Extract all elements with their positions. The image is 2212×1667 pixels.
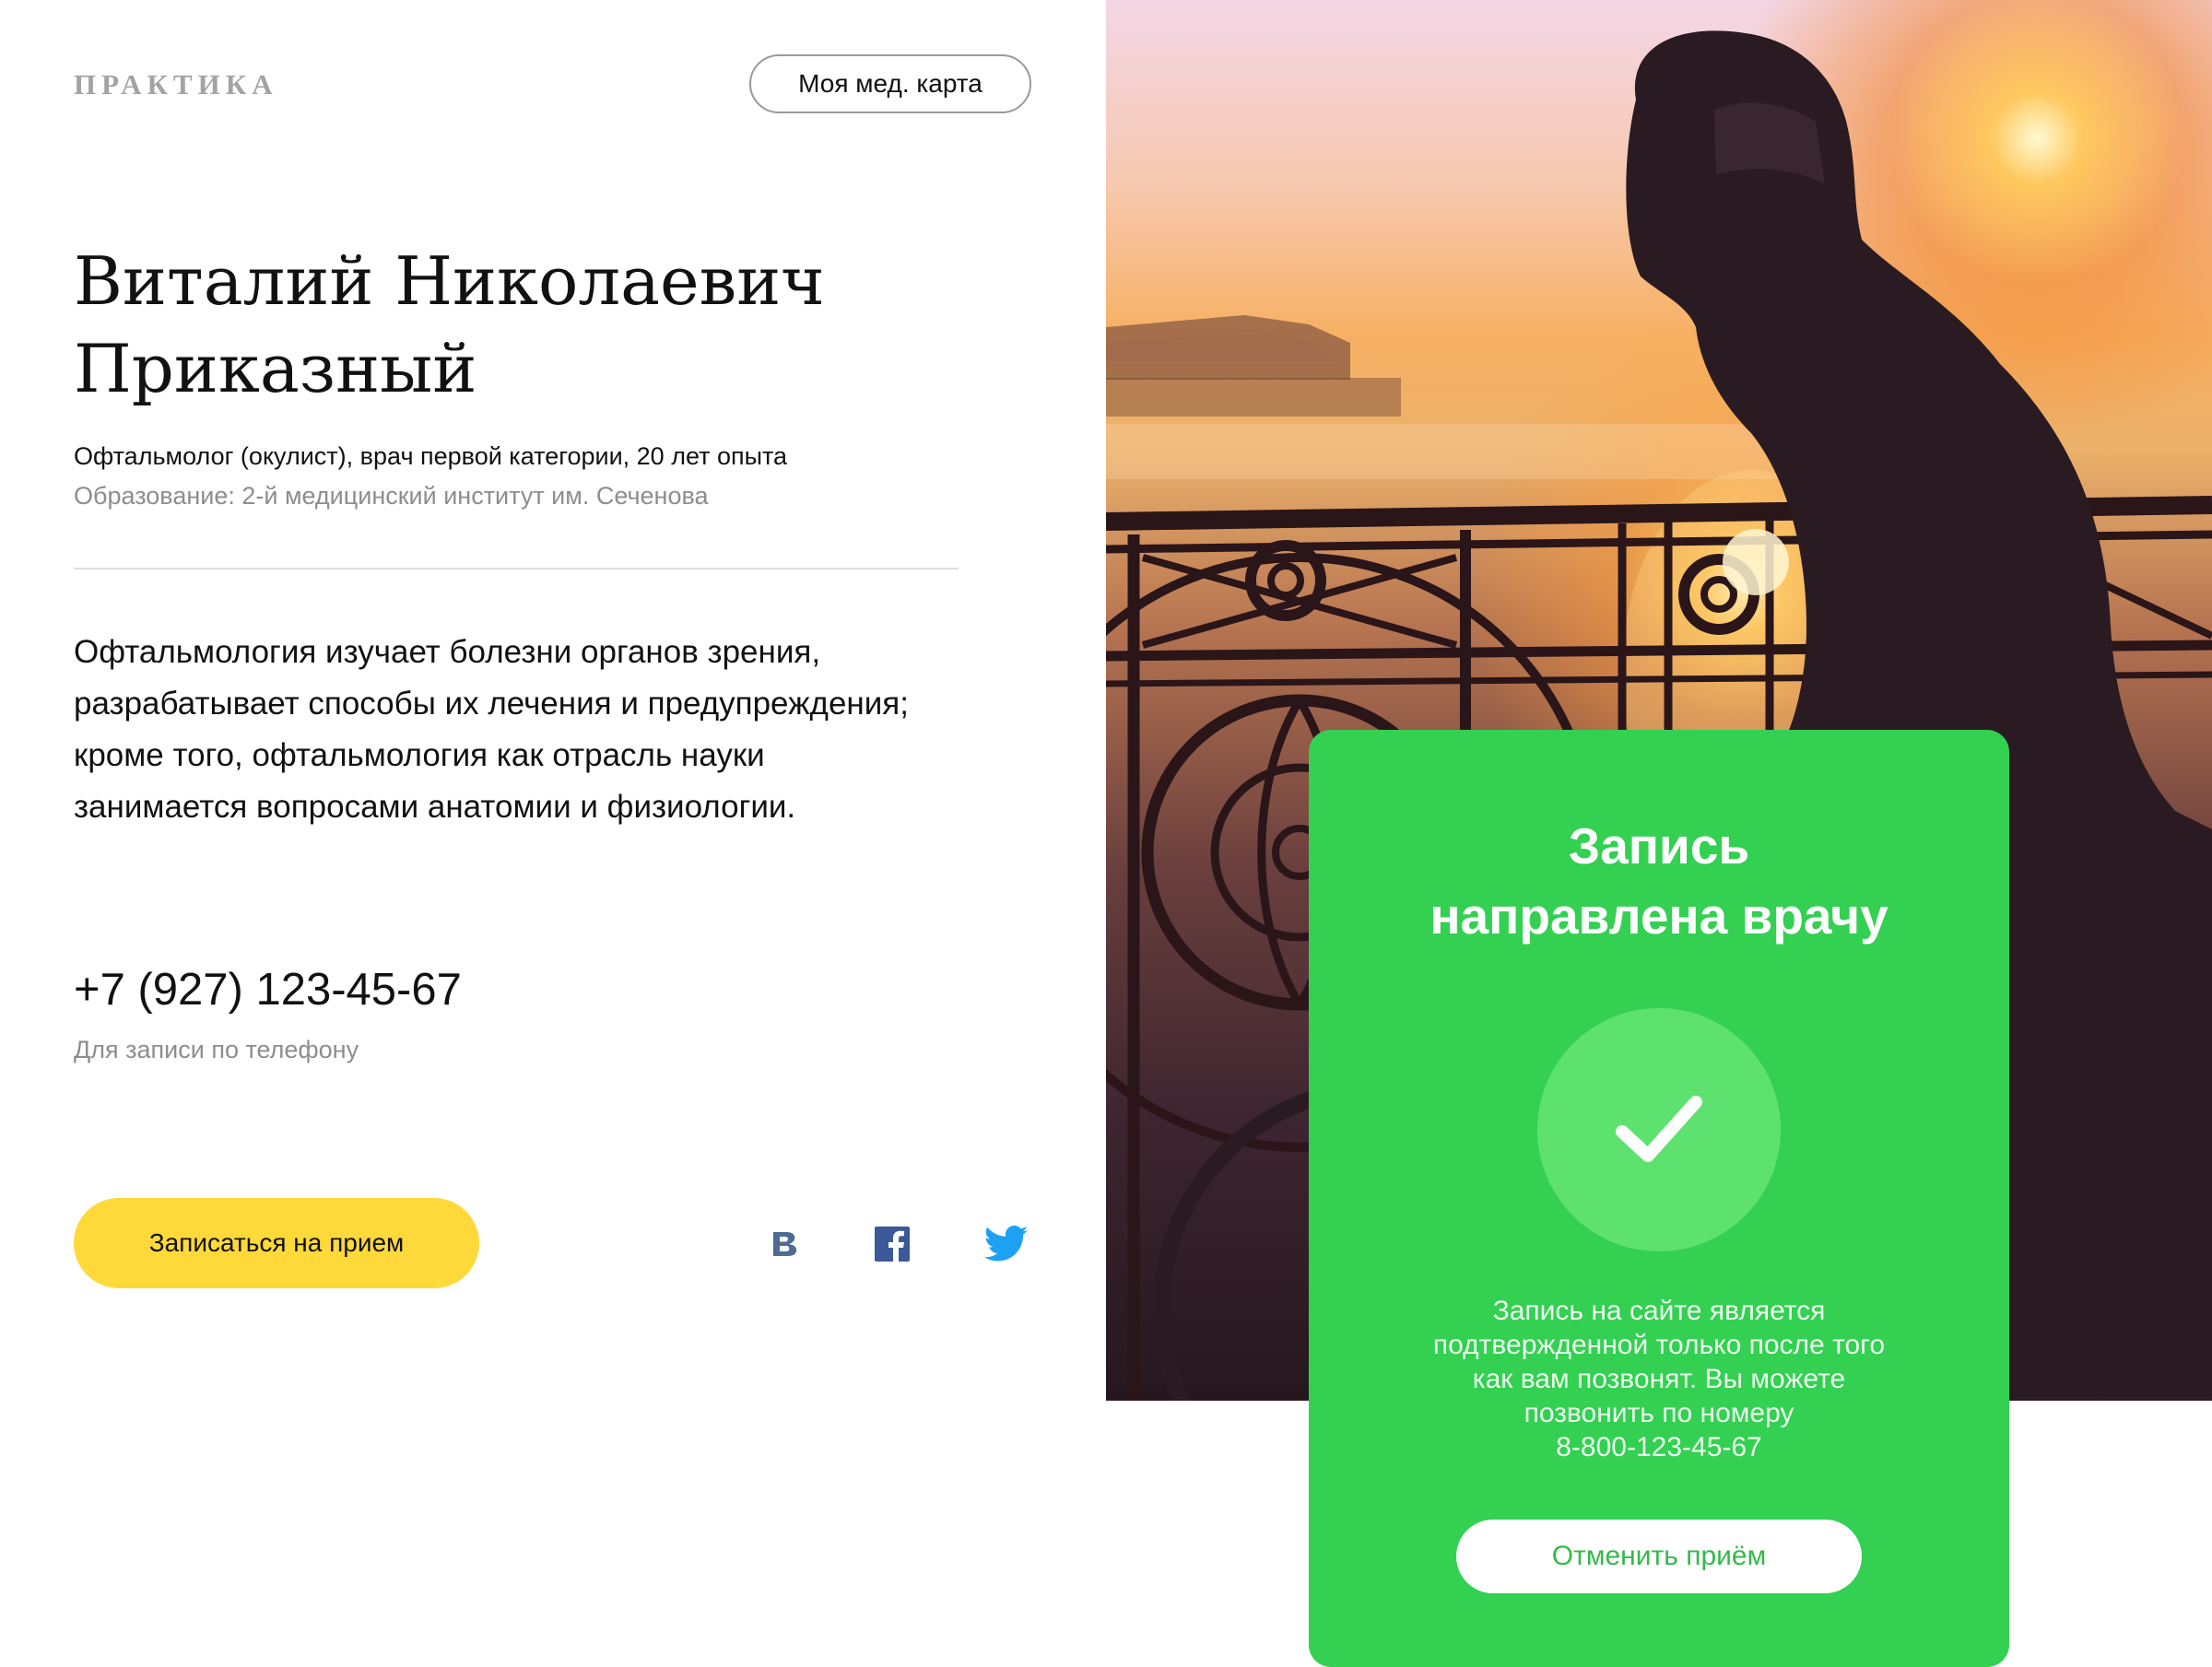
status-note-line: как вам позвонят. Вы можете	[1472, 1364, 1846, 1394]
twitter-share-link[interactable]	[979, 1216, 1034, 1272]
doctor-name: Виталий Николаевич Приказный	[74, 238, 995, 413]
doctor-description: Офтальмология изучает болезни органов зр…	[74, 627, 986, 833]
my-med-card-button[interactable]: Моя мед. карта	[749, 54, 1031, 113]
vk-icon	[773, 1232, 797, 1256]
description-line: занимается вопросами анатомии и физиолог…	[74, 789, 796, 825]
status-note: Запись на сайте является подтвержденной …	[1309, 1294, 2009, 1464]
twitter-icon	[983, 1226, 1029, 1262]
doctor-specialty: Офтальмолог (окулист), врач первой катег…	[74, 442, 788, 470]
distant-building	[1106, 315, 1401, 417]
doctor-education: Образование: 2-й медицинский институт им…	[74, 482, 709, 510]
sun-flare	[1723, 529, 1789, 595]
brand-logo[interactable]: ПРАКТИКА	[74, 68, 278, 101]
doctor-name-line: Виталий Николаевич	[74, 242, 825, 320]
facebook-icon	[875, 1227, 910, 1262]
phone-number[interactable]: +7 (927) 123-45-67	[74, 964, 462, 1015]
status-note-line: подтвержденной только после того	[1432, 1330, 1886, 1360]
phone-note: Для записи по телефону	[74, 1036, 359, 1063]
description-line: Офтальмология изучает болезни органов зр…	[74, 634, 821, 670]
status-title-line: направлена врачу	[1430, 887, 1888, 945]
doctor-profile-panel: ПРАКТИКА Моя мед. карта Виталий Николаев…	[0, 0, 1106, 1667]
vk-share-link[interactable]	[759, 1216, 814, 1272]
description-line: кроме того, офтальмология как отрасль на…	[74, 737, 765, 773]
status-title: Запись направлена врачу	[1309, 811, 2009, 951]
status-title-line: Запись	[1568, 817, 1750, 875]
appointment-status-card: Запись направлена врачу Запись на сайте …	[1309, 730, 2009, 1667]
success-badge	[1537, 1008, 1781, 1251]
status-note-line: позвонить по номеру	[1524, 1398, 1794, 1428]
status-note-line[interactable]: 8-800-123-45-67	[1309, 1430, 2009, 1464]
status-note-line: Запись на сайте является	[1492, 1296, 1826, 1326]
doctor-name-line: Приказный	[74, 330, 477, 407]
checkmark-icon	[1616, 1096, 1702, 1162]
facebook-share-link[interactable]	[865, 1216, 920, 1272]
description-line: разрабатывает способы их лечения и преду…	[74, 686, 909, 722]
cancel-appointment-button[interactable]: Отменить приём	[1456, 1520, 1862, 1593]
book-appointment-button[interactable]: Записаться на прием	[74, 1198, 479, 1288]
divider	[74, 568, 959, 569]
